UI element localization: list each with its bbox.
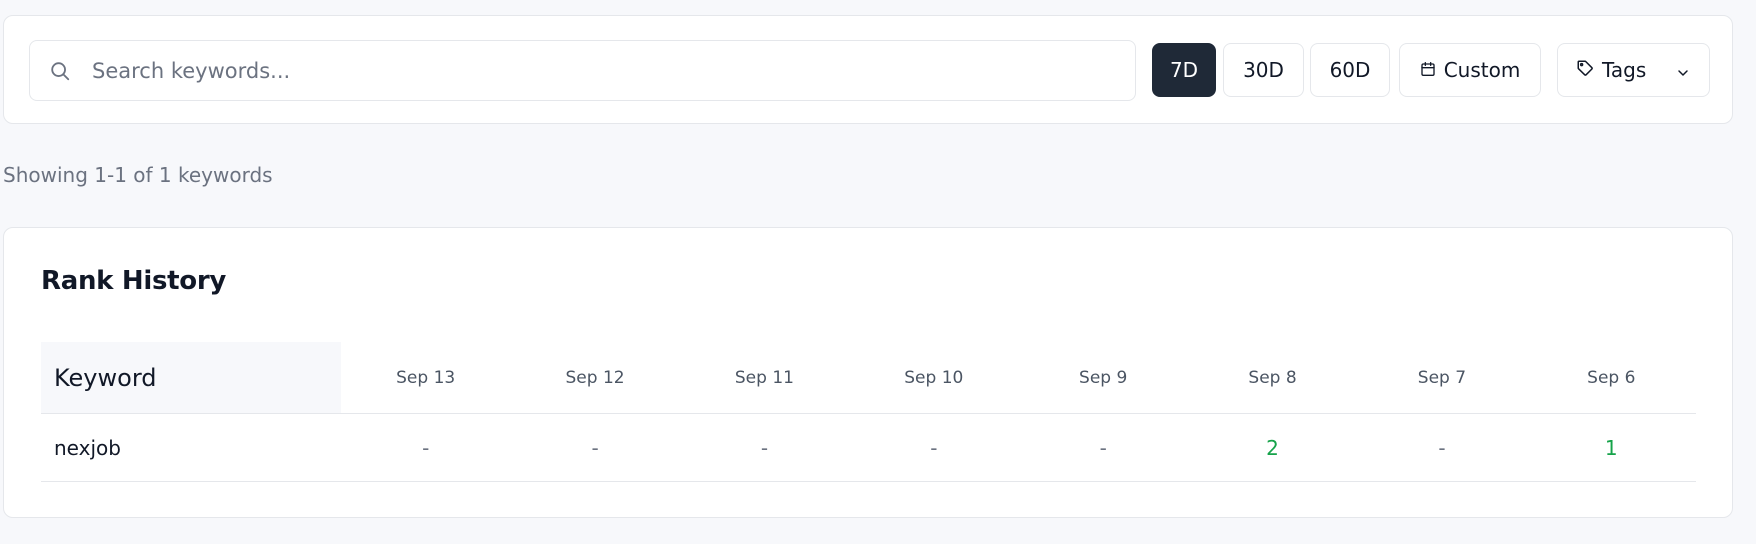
- date-column-header: Sep 7: [1417, 367, 1467, 388]
- tags-dropdown-button[interactable]: Tags: [1557, 43, 1710, 97]
- custom-range-button[interactable]: Custom: [1399, 43, 1541, 97]
- date-column-header: Sep 9: [1079, 367, 1128, 388]
- rank-cell: -: [1438, 435, 1446, 460]
- date-column-header: Sep 13: [396, 367, 456, 388]
- rank-cell: -: [591, 435, 599, 460]
- date-column-header: Sep 8: [1248, 367, 1297, 388]
- chevron-down-icon: [1675, 62, 1691, 86]
- filter-toolbar: 7D 30D 60D Custom Tags: [3, 15, 1733, 124]
- rank-cell: -: [930, 435, 938, 460]
- rank-cell: -: [422, 435, 430, 460]
- tag-icon: [1576, 58, 1594, 82]
- date-column-header: Sep 11: [734, 367, 794, 388]
- date-column-header: Sep 6: [1587, 367, 1636, 388]
- range-7d-button[interactable]: 7D: [1152, 43, 1216, 97]
- rank-cell: -: [1099, 435, 1107, 460]
- search-box[interactable]: [29, 40, 1136, 101]
- keyword-column-header: Keyword: [41, 342, 341, 413]
- rank-cell: 2: [1266, 435, 1279, 460]
- table-header-row: Keyword Sep 13 Sep 12 Sep 11 Sep 10 Sep …: [41, 342, 1696, 414]
- rank-cell: 1: [1604, 435, 1618, 460]
- tags-label: Tags: [1602, 58, 1647, 82]
- range-7d-label: 7D: [1169, 58, 1199, 82]
- card-title: Rank History: [41, 266, 227, 296]
- range-30d-label: 30D: [1243, 58, 1284, 82]
- keyword-cell: nexjob: [54, 435, 121, 460]
- range-60d-label: 60D: [1329, 58, 1371, 82]
- table-row: nexjob - - - - - 2 - 1: [41, 414, 1696, 482]
- results-count: Showing 1-1 of 1 keywords: [3, 163, 273, 187]
- custom-range-label: Custom: [1443, 58, 1521, 82]
- date-column-header: Sep 12: [565, 367, 625, 388]
- rank-cell: -: [760, 435, 769, 460]
- range-30d-button[interactable]: 30D: [1223, 43, 1304, 97]
- search-icon: [48, 59, 72, 83]
- rank-history-card: Rank History Keyword Sep 13 Sep 12 Sep 1…: [3, 227, 1733, 518]
- search-input[interactable]: [90, 51, 1120, 91]
- rank-history-table: Keyword Sep 13 Sep 12 Sep 11 Sep 10 Sep …: [41, 342, 1696, 482]
- calendar-icon: [1420, 58, 1436, 82]
- range-60d-button[interactable]: 60D: [1310, 43, 1390, 97]
- date-column-header: Sep 10: [904, 367, 964, 388]
